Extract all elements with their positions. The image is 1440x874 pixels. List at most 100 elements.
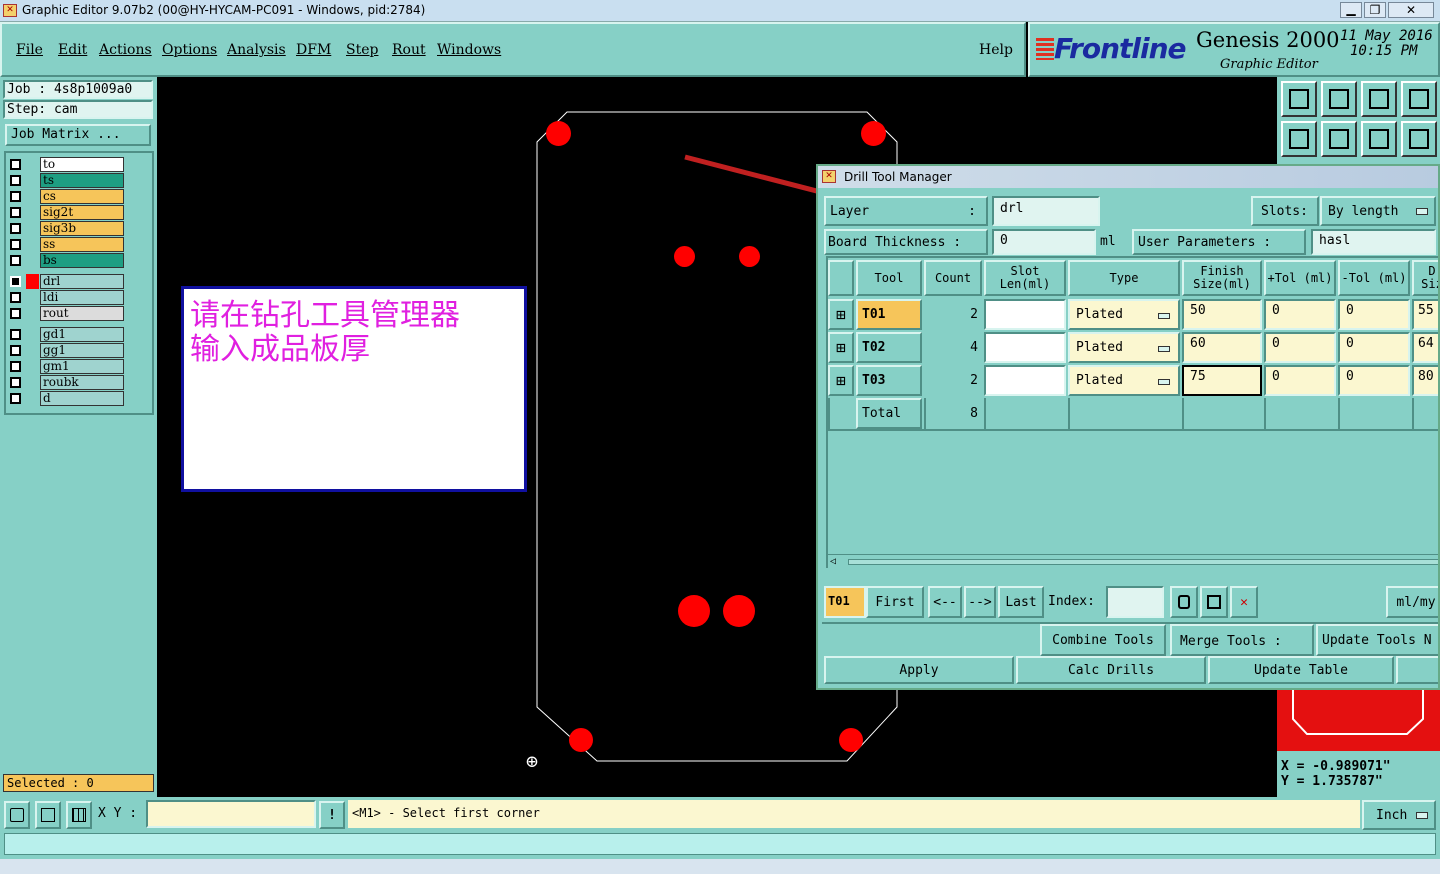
- layer-d[interactable]: d: [8, 391, 124, 406]
- type-dropdown[interactable]: Plated: [1068, 365, 1180, 396]
- expand-row-icon[interactable]: ⊞: [828, 332, 854, 363]
- expand-row-icon[interactable]: ⊞: [828, 365, 854, 396]
- menu-dfm[interactable]: DFM: [296, 42, 331, 58]
- apply-button[interactable]: Apply: [824, 656, 1014, 684]
- menu-edit[interactable]: Edit: [58, 42, 87, 58]
- xy-input[interactable]: [146, 800, 316, 828]
- window-icon[interactable]: [1401, 81, 1437, 117]
- plus-tol-input[interactable]: 0: [1264, 299, 1336, 330]
- minimize-icon[interactable]: ▁: [1340, 2, 1362, 18]
- tool-name[interactable]: T03: [856, 365, 922, 396]
- plus-tol-input[interactable]: 0: [1264, 332, 1336, 363]
- layer-checkbox[interactable]: [10, 377, 21, 388]
- layer-ss[interactable]: ss: [8, 237, 124, 252]
- finish-size-input[interactable]: 50: [1182, 299, 1262, 330]
- type-dropdown[interactable]: Plated: [1068, 332, 1180, 363]
- layer-checkbox[interactable]: [10, 159, 21, 170]
- table-scrollbar[interactable]: ◁: [828, 554, 1438, 568]
- last-button[interactable]: Last: [998, 586, 1044, 618]
- layer-ts[interactable]: ts: [8, 173, 124, 188]
- grid-icon[interactable]: [66, 801, 92, 829]
- layer-checkbox[interactable]: [10, 361, 21, 372]
- lock-icon[interactable]: [1170, 586, 1198, 618]
- next-button[interactable]: -->: [964, 586, 996, 618]
- import-icon[interactable]: [1281, 121, 1317, 157]
- expand-row-icon[interactable]: ⊞: [828, 299, 854, 330]
- layer-checkbox[interactable]: [10, 292, 21, 303]
- first-button[interactable]: First: [866, 586, 924, 618]
- drill-size-input[interactable]: 64: [1412, 332, 1438, 363]
- combine-tools-button[interactable]: Combine Tools: [1040, 624, 1166, 656]
- delete-icon[interactable]: ✕: [1230, 586, 1258, 618]
- layer-to[interactable]: to: [8, 157, 124, 172]
- layer-checkbox[interactable]: [10, 239, 21, 250]
- layer-gm1[interactable]: gm1: [8, 359, 124, 374]
- maximize-icon[interactable]: ❐: [1364, 2, 1386, 18]
- menu-analysis[interactable]: Analysis: [227, 42, 286, 58]
- slot-length-input[interactable]: [984, 365, 1066, 396]
- layer-sig3b[interactable]: sig3b: [8, 221, 124, 236]
- close-icon[interactable]: ✕: [1388, 2, 1434, 18]
- zoom-fit-icon[interactable]: [4, 801, 30, 829]
- home-icon[interactable]: [1361, 81, 1397, 117]
- menu-help[interactable]: Help: [979, 42, 1013, 58]
- tool-name[interactable]: T01: [856, 299, 922, 330]
- layer-drl[interactable]: drl: [8, 274, 124, 289]
- menu-rout[interactable]: Rout: [392, 42, 426, 58]
- user-parameters-input[interactable]: hasl: [1311, 229, 1436, 255]
- drill-size-input[interactable]: 80: [1412, 365, 1438, 396]
- upload-icon[interactable]: [1281, 81, 1317, 117]
- s-shape-icon[interactable]: [1401, 121, 1437, 157]
- update-table-button[interactable]: Update Table: [1208, 656, 1394, 684]
- layer-gg1[interactable]: gg1: [8, 343, 124, 358]
- layer-sig2t[interactable]: sig2t: [8, 205, 124, 220]
- drill-size-input[interactable]: 55: [1412, 299, 1438, 330]
- menu-options[interactable]: Options: [162, 42, 217, 58]
- measure-icon[interactable]: [35, 801, 61, 829]
- finish-size-input[interactable]: 75: [1182, 365, 1262, 396]
- layer-checkbox[interactable]: [10, 255, 21, 266]
- slot-length-input[interactable]: [984, 332, 1066, 363]
- layer-checkbox[interactable]: [10, 345, 21, 356]
- units-dropdown[interactable]: Inch: [1362, 800, 1436, 830]
- layer-checkbox[interactable]: [10, 276, 21, 287]
- slot-length-input[interactable]: [984, 299, 1066, 330]
- slots-dropdown[interactable]: By length: [1320, 196, 1436, 226]
- layer-bs[interactable]: bs: [8, 253, 124, 268]
- board-thickness-input[interactable]: 0: [992, 229, 1096, 255]
- plus-tol-input[interactable]: 0: [1264, 365, 1336, 396]
- minus-tol-input[interactable]: 0: [1338, 332, 1410, 363]
- layer-ldi[interactable]: ldi: [8, 290, 124, 305]
- layer-cs[interactable]: cs: [8, 189, 124, 204]
- refresh-icon[interactable]: [1200, 586, 1228, 618]
- minus-tol-input[interactable]: 0: [1338, 365, 1410, 396]
- layer-checkbox[interactable]: [10, 175, 21, 186]
- layer-rout[interactable]: rout: [8, 306, 124, 321]
- tool-name[interactable]: T02: [856, 332, 922, 363]
- layer-gd1[interactable]: gd1: [8, 327, 124, 342]
- layer-checkbox[interactable]: [10, 308, 21, 319]
- close-dialog-button[interactable]: [1396, 656, 1438, 684]
- menu-step[interactable]: Step: [346, 42, 378, 58]
- layer-roubk[interactable]: roubk: [8, 375, 124, 390]
- menu-file[interactable]: File: [16, 42, 43, 58]
- index-input[interactable]: [1106, 586, 1164, 618]
- minus-tol-input[interactable]: 0: [1338, 299, 1410, 330]
- layer-field[interactable]: drl: [992, 196, 1100, 226]
- rotate-icon[interactable]: [1361, 121, 1397, 157]
- prev-button[interactable]: <--: [928, 586, 962, 618]
- layer-checkbox[interactable]: [10, 207, 21, 218]
- layer-checkbox[interactable]: [10, 393, 21, 404]
- update-tools-button[interactable]: Update Tools N: [1316, 624, 1438, 656]
- job-matrix-button[interactable]: Job Matrix ...: [5, 124, 151, 146]
- layer-checkbox[interactable]: [10, 191, 21, 202]
- units-button[interactable]: ml/my: [1386, 586, 1438, 618]
- menu-windows[interactable]: Windows: [437, 42, 501, 58]
- download-icon[interactable]: [1321, 81, 1357, 117]
- alert-icon[interactable]: !: [319, 801, 345, 829]
- menu-actions[interactable]: Actions: [99, 42, 152, 58]
- finish-size-input[interactable]: 60: [1182, 332, 1262, 363]
- export-icon[interactable]: [1321, 121, 1357, 157]
- type-dropdown[interactable]: Plated: [1068, 299, 1180, 330]
- layer-checkbox[interactable]: [10, 329, 21, 340]
